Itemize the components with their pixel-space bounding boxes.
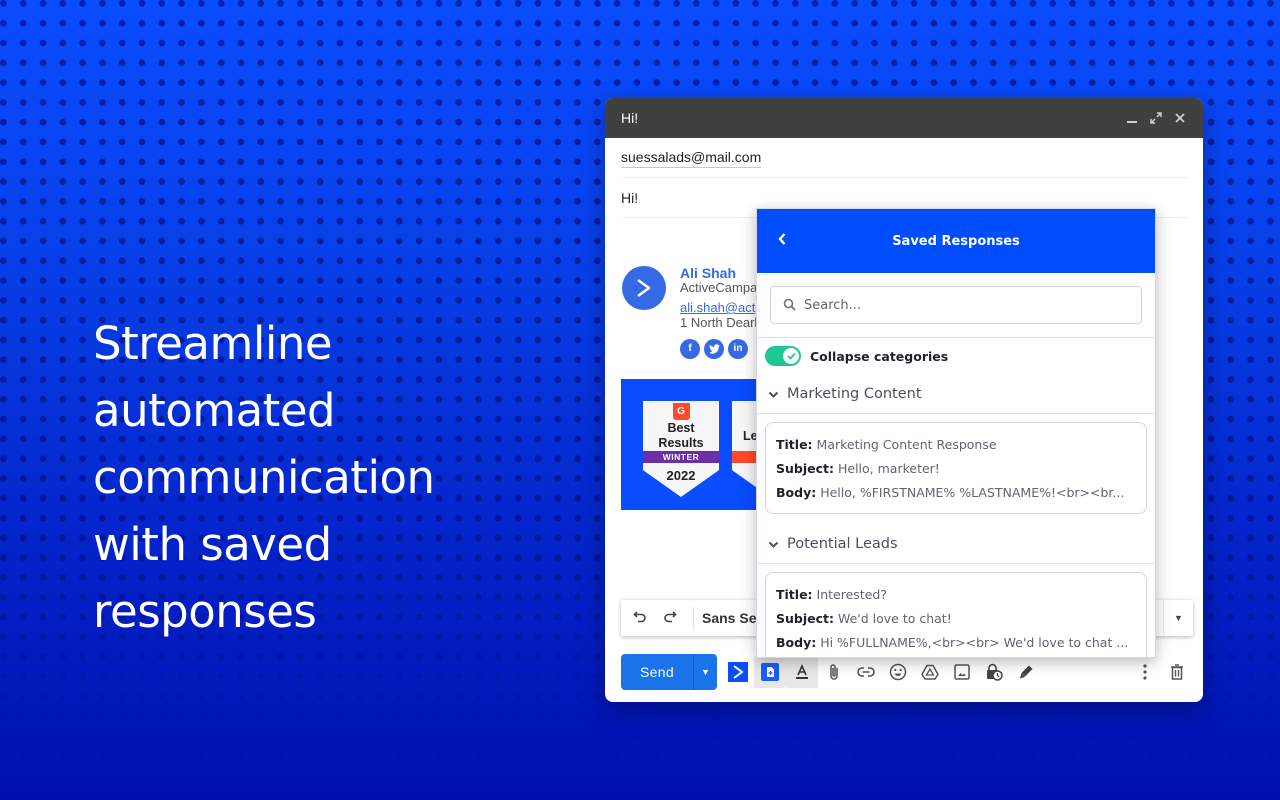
headline-line: automated bbox=[93, 384, 336, 437]
signature-company: ActiveCampa bbox=[680, 279, 758, 295]
emoji-icon[interactable] bbox=[882, 656, 914, 688]
category-header-potential-leads[interactable]: Potential Leads bbox=[757, 524, 1155, 564]
marketing-headline: Streamline automated communication with … bbox=[93, 310, 513, 645]
send-button[interactable]: Send bbox=[621, 654, 693, 690]
signature-name: Ali Shah bbox=[680, 265, 737, 281]
panel-title: Saved Responses bbox=[892, 233, 1020, 249]
saved-responses-panel: Saved Responses Collapse categories Mark… bbox=[756, 208, 1156, 658]
response-card[interactable]: Title: Marketing Content Response Subjec… bbox=[765, 422, 1147, 514]
search-input[interactable] bbox=[804, 297, 1104, 313]
response-body-row: Body: Hi %FULLNAME%,<br><br> We'd love t… bbox=[776, 635, 1129, 650]
response-subject: Hello, marketer! bbox=[837, 461, 940, 476]
close-icon[interactable] bbox=[1173, 111, 1187, 125]
minimize-icon[interactable] bbox=[1125, 111, 1139, 125]
category-label: Potential Leads bbox=[787, 535, 898, 552]
search-icon bbox=[783, 296, 796, 315]
g2-logo-icon: G bbox=[672, 403, 690, 420]
collapse-categories-toggle[interactable] bbox=[765, 346, 801, 366]
confidential-mode-icon[interactable] bbox=[978, 656, 1010, 688]
collapse-categories-label: Collapse categories bbox=[810, 348, 949, 364]
recipient-chip[interactable]: suessalads@mail.com bbox=[621, 148, 762, 168]
to-field[interactable]: suessalads@mail.com bbox=[621, 138, 1189, 178]
g2-badges-image: G Best Results WINTER 2022 Le bbox=[621, 379, 761, 510]
headline-line: communication bbox=[93, 451, 435, 504]
signature-icon[interactable] bbox=[1010, 656, 1042, 688]
search-section bbox=[757, 273, 1155, 338]
headline-line: responses bbox=[93, 585, 317, 638]
response-title: Interested? bbox=[816, 587, 887, 602]
subject-value: Hi! bbox=[621, 189, 639, 206]
more-formatting-dropdown[interactable]: ▼ bbox=[1163, 600, 1193, 636]
drive-icon[interactable] bbox=[914, 656, 946, 688]
search-box bbox=[770, 286, 1142, 324]
response-body: Hi %FULLNAME%,<br><br> We'd love to chat… bbox=[820, 635, 1129, 650]
text-format-icon[interactable] bbox=[786, 656, 818, 688]
signature-address: 1 North Dearl bbox=[680, 314, 758, 330]
response-subject-row: Subject: Hello, marketer! bbox=[776, 461, 940, 476]
check-icon bbox=[783, 348, 799, 364]
response-card[interactable]: Title: Interested? Subject: We'd love to… bbox=[765, 572, 1147, 657]
signature-email-link[interactable]: ali.shah@act bbox=[680, 300, 757, 316]
more-options-icon[interactable] bbox=[1129, 656, 1161, 688]
linkedin-icon[interactable]: in bbox=[728, 339, 748, 359]
saved-responses-icon[interactable] bbox=[754, 656, 786, 688]
panel-header: Saved Responses bbox=[757, 209, 1155, 273]
response-title-row: Title: Interested? bbox=[776, 587, 887, 602]
response-subject-row: Subject: We'd love to chat! bbox=[776, 611, 952, 626]
twitter-icon[interactable] bbox=[704, 339, 724, 359]
redo-icon[interactable] bbox=[655, 609, 685, 628]
response-subject: We'd love to chat! bbox=[837, 611, 952, 626]
chevron-down-icon bbox=[768, 534, 779, 553]
schedule-send-dropdown[interactable]: ▼ bbox=[693, 654, 717, 690]
response-body-row: Body: Hello, %FIRSTNAME% %LASTNAME%!<br>… bbox=[776, 485, 1125, 500]
link-icon[interactable] bbox=[850, 656, 882, 688]
headline-line: with saved bbox=[93, 518, 332, 571]
undo-icon[interactable] bbox=[625, 609, 655, 628]
back-chevron-icon[interactable] bbox=[777, 231, 793, 251]
compose-action-bar: Send ▼ bbox=[621, 654, 1193, 690]
toolbar-divider bbox=[693, 607, 694, 629]
activecampaign-icon[interactable] bbox=[722, 656, 754, 688]
facebook-icon[interactable]: f bbox=[680, 339, 700, 359]
activecampaign-logo-icon bbox=[622, 266, 666, 310]
collapse-categories-row: Collapse categories bbox=[757, 338, 1155, 374]
compose-header: Hi! bbox=[605, 98, 1203, 138]
category-label: Marketing Content bbox=[787, 385, 922, 402]
response-title-row: Title: Marketing Content Response bbox=[776, 437, 997, 452]
response-body: Hello, %FIRSTNAME% %LASTNAME%!<br><br... bbox=[820, 485, 1125, 500]
category-header-marketing-content[interactable]: Marketing Content bbox=[757, 374, 1155, 414]
attach-icon[interactable] bbox=[818, 656, 850, 688]
g2-badge-best-results: G Best Results WINTER 2022 bbox=[643, 401, 719, 497]
photo-icon[interactable] bbox=[946, 656, 978, 688]
headline-line: Streamline bbox=[93, 317, 333, 370]
chevron-down-icon bbox=[768, 384, 779, 403]
response-title: Marketing Content Response bbox=[816, 437, 997, 452]
trash-icon[interactable] bbox=[1161, 656, 1193, 688]
send-button-group: Send ▼ bbox=[621, 654, 717, 690]
expand-icon[interactable] bbox=[1149, 111, 1163, 125]
compose-title: Hi! bbox=[621, 110, 639, 126]
